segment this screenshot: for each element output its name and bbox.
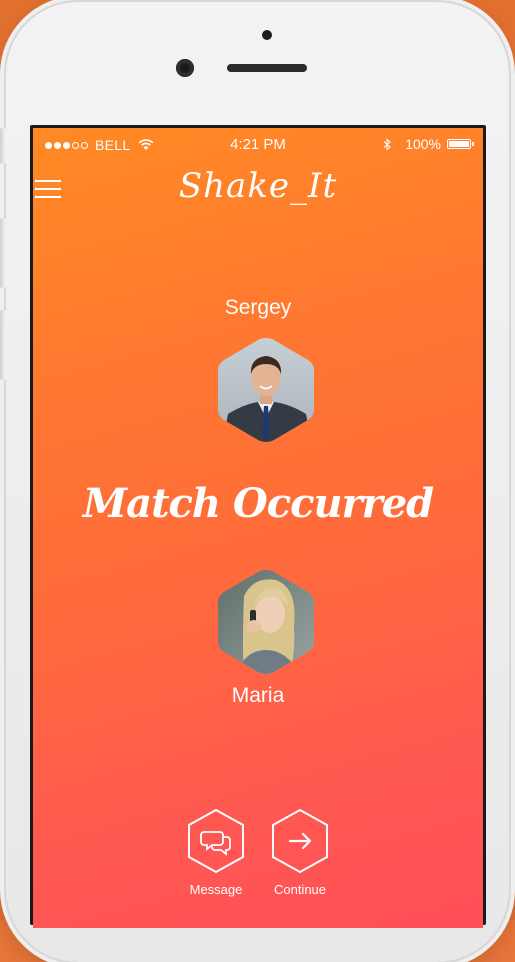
volume-up-button bbox=[0, 218, 6, 288]
front-camera bbox=[176, 59, 194, 77]
continue-button[interactable]: Continue bbox=[260, 808, 340, 897]
battery-icon bbox=[447, 139, 474, 149]
message-button[interactable]: Message bbox=[176, 808, 256, 897]
proximity-sensor bbox=[262, 30, 272, 40]
matched-user-name-bottom: Maria bbox=[231, 684, 285, 707]
bluetooth-icon bbox=[383, 137, 392, 151]
continue-button-label: Continue bbox=[273, 882, 327, 897]
status-bar: BELL 4:21 PM 100% bbox=[33, 128, 483, 158]
earpiece-speaker bbox=[227, 64, 307, 72]
volume-down-button bbox=[0, 310, 6, 380]
status-right: 100% bbox=[383, 136, 474, 152]
app-screen: BELL 4:21 PM 100% Shake_It Sergey Match … bbox=[33, 128, 483, 928]
arrow-right-icon bbox=[272, 808, 328, 874]
match-title: Match Occurred bbox=[82, 480, 434, 527]
mute-switch bbox=[0, 128, 6, 164]
message-button-label: Message bbox=[189, 882, 243, 897]
action-bar: Message Continue bbox=[33, 808, 483, 908]
avatar-maria[interactable] bbox=[214, 566, 318, 678]
chat-bubbles-icon bbox=[188, 808, 244, 874]
matched-user-name-top: Sergey bbox=[224, 296, 292, 319]
avatar-sergey[interactable] bbox=[214, 334, 318, 446]
battery-percent: 100% bbox=[405, 136, 441, 152]
app-logo: Shake_It bbox=[178, 166, 338, 206]
